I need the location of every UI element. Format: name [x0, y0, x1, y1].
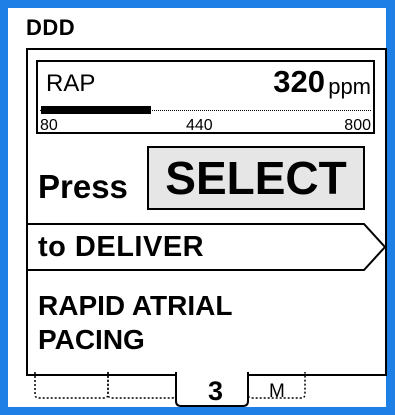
rate-unit: ppm: [328, 74, 371, 99]
soft-key-outline: [34, 372, 306, 407]
rate-mode-label: RAP: [46, 70, 96, 97]
scale-mid-label: 440: [186, 117, 213, 134]
deliver-row[interactable]: to DELIVER: [28, 223, 386, 271]
scale-max-label: 800: [344, 117, 371, 134]
rate-bar-fill: [41, 106, 151, 114]
rate-display: RAP 320 ppm 80 440 800: [36, 60, 375, 134]
scale-min-label: 80: [40, 117, 58, 134]
soft-key-bar: 3 M: [8, 368, 395, 415]
pacing-mode-label: DDD: [26, 15, 76, 40]
select-button[interactable]: SELECT: [147, 146, 365, 210]
device-screen: DDD RAP 320 ppm 80 440 800 Press SELECT …: [8, 8, 387, 407]
deliver-label: to DELIVER: [38, 231, 205, 263]
menu-icon[interactable]: M: [269, 381, 285, 403]
page-number[interactable]: 3: [208, 376, 223, 407]
press-label: Press: [38, 168, 128, 205]
therapy-name: RAPID ATRIAL PACING: [38, 290, 232, 355]
therapy-panel: RAP 320 ppm 80 440 800 Press SELECT to D…: [26, 48, 387, 376]
rate-value: 320: [273, 64, 325, 99]
